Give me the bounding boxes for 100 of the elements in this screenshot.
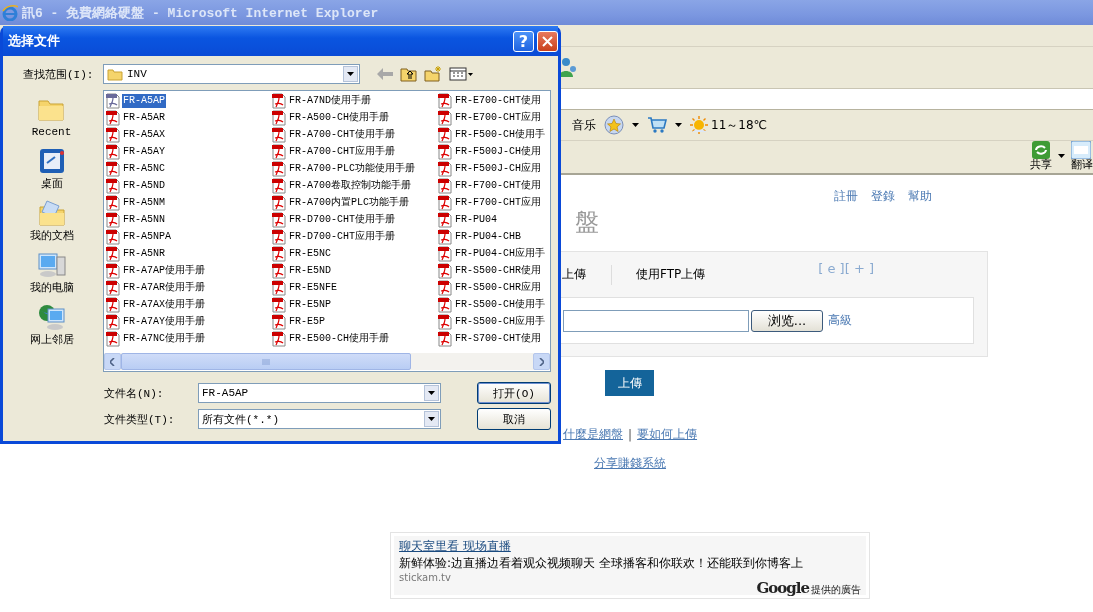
file-item[interactable]: FR-A500-CH使用手册 xyxy=(288,110,390,125)
file-item[interactable]: FR-A5AR xyxy=(122,110,166,125)
ad-brand: Google xyxy=(756,579,809,597)
up-folder-icon[interactable] xyxy=(400,66,417,82)
file-item[interactable]: FR-A7NC使用手册 xyxy=(122,331,206,346)
file-item[interactable]: FR-F500J-CH使用 xyxy=(454,144,542,159)
open-button[interactable]: 打开(O) xyxy=(477,382,551,404)
file-item[interactable]: FR-A700卷取控制功能手册 xyxy=(288,178,412,193)
file-item[interactable]: FR-A5NN xyxy=(122,212,166,227)
header-link[interactable]: 登錄 xyxy=(871,188,895,205)
ad-note: 提供的廣告 xyxy=(811,583,861,597)
file-name-field[interactable]: FR-A5AP xyxy=(198,383,441,403)
places-bar-item[interactable]: 桌面 xyxy=(40,178,63,190)
upload-tab[interactable]: 使用FTP上傳 xyxy=(636,266,706,283)
file-item[interactable]: FR-PU04-CH应用手 xyxy=(454,246,546,261)
file-item[interactable]: FR-S500-CHR使用 xyxy=(454,263,542,278)
new-folder-icon[interactable] xyxy=(424,66,442,82)
network-icon[interactable] xyxy=(36,303,67,331)
file-item[interactable]: FR-A700-CHT使用手册 xyxy=(288,127,396,142)
star-icon[interactable] xyxy=(604,115,624,135)
ad-title-link[interactable]: 聊天室里看 现场直播 xyxy=(399,538,511,555)
file-name-label: 文件名(N): xyxy=(104,386,165,401)
file-item[interactable]: FR-E5P xyxy=(288,314,326,329)
file-item[interactable]: FR-F500J-CH应用 xyxy=(454,161,542,176)
file-item[interactable]: FR-A7AY使用手册 xyxy=(122,314,206,329)
file-item[interactable]: FR-A5AP xyxy=(122,93,166,108)
file-item[interactable]: FR-A700内置PLC功能手册 xyxy=(288,195,410,210)
translate-icon[interactable] xyxy=(1071,141,1091,159)
file-item[interactable]: FR-A5ND xyxy=(122,178,166,193)
file-item[interactable]: FR-E700-CHT使用 xyxy=(454,93,542,108)
file-item[interactable]: FR-A5NPA xyxy=(122,229,172,244)
pdf-file-icon xyxy=(437,194,453,211)
cancel-button[interactable]: 取消 xyxy=(477,408,551,430)
header-link[interactable]: 幫助 xyxy=(908,188,932,205)
music-link[interactable]: 音乐 xyxy=(572,116,596,134)
dropdown-arrow-icon[interactable] xyxy=(347,72,354,76)
file-type-field[interactable]: 所有文件(*.*) xyxy=(198,409,441,429)
file-item[interactable]: FR-A7AP使用手册 xyxy=(122,263,206,278)
file-item[interactable]: FR-PU04 xyxy=(454,212,498,227)
caret-icon[interactable] xyxy=(632,123,639,127)
file-item[interactable]: FR-E700-CHT应用 xyxy=(454,110,542,125)
close-button[interactable] xyxy=(537,30,558,52)
file-item[interactable]: FR-S700-CHT使用 xyxy=(454,331,542,346)
file-item[interactable]: FR-A700-CHT应用手册 xyxy=(288,144,396,159)
file-item[interactable]: FR-D700-CHT使用手册 xyxy=(288,212,396,227)
file-item[interactable]: FR-S500-CH使用手 xyxy=(454,297,546,312)
file-item[interactable]: FR-A5NM xyxy=(122,195,166,210)
scroll-left-button[interactable] xyxy=(104,353,121,370)
file-path-field[interactable] xyxy=(563,309,749,332)
file-item[interactable]: FR-A5NR xyxy=(122,246,166,261)
places-bar-item[interactable]: Recent xyxy=(31,126,72,138)
file-item[interactable]: FR-F700-CHT使用 xyxy=(454,178,542,193)
file-item[interactable]: FR-S500-CHR应用 xyxy=(454,280,542,295)
places-bar-item[interactable]: 网上邻居 xyxy=(29,334,74,346)
shopping-cart-icon[interactable] xyxy=(647,116,667,134)
file-item[interactable]: FR-E5NP xyxy=(288,297,332,312)
file-item[interactable]: FR-A7AX使用手册 xyxy=(122,297,206,312)
advanced-link[interactable]: 高級 xyxy=(828,312,852,329)
header-link[interactable]: 註冊 xyxy=(834,188,858,205)
file-item[interactable]: FR-F500-CH使用手 xyxy=(454,127,546,142)
look-in-label: 查找范围(I): xyxy=(23,67,95,82)
caret-icon[interactable] xyxy=(675,123,682,127)
dropdown-arrow-icon[interactable] xyxy=(428,391,435,395)
close-icon xyxy=(542,35,553,47)
file-item[interactable]: FR-E5NFE xyxy=(288,280,338,295)
file-item[interactable]: FR-E500-CH使用手册 xyxy=(288,331,390,346)
file-item[interactable]: FR-F700-CHT应用 xyxy=(454,195,542,210)
places-bar-item[interactable]: 我的电脑 xyxy=(29,282,74,294)
file-item[interactable]: FR-A7ND使用手册 xyxy=(288,93,372,108)
file-item[interactable]: FR-A7AR使用手册 xyxy=(122,280,206,295)
translate-label[interactable]: 翻译 xyxy=(1071,159,1093,171)
weather-sun-icon xyxy=(690,116,708,134)
file-item[interactable]: FR-A5AX xyxy=(122,127,166,142)
share-icon[interactable] xyxy=(1031,141,1051,159)
share-earnings-link[interactable]: 分享賺錢系統 xyxy=(594,455,666,472)
help-link[interactable]: 什麼是網盤 xyxy=(563,426,623,443)
file-item[interactable]: FR-E5NC xyxy=(288,246,332,261)
help-link[interactable]: 要如何上傳 xyxy=(637,426,698,443)
upload-tab[interactable]: 上傳 xyxy=(562,266,586,283)
file-item[interactable]: FR-A5NC xyxy=(122,161,166,176)
scrollbar-thumb[interactable] xyxy=(121,353,411,370)
look-in-dropdown[interactable]: INV xyxy=(103,64,360,84)
file-item[interactable]: FR-D700-CHT应用手册 xyxy=(288,229,396,244)
caret-icon[interactable] xyxy=(1058,154,1065,158)
share-label[interactable]: 共享 xyxy=(1030,159,1052,171)
scroll-right-button[interactable] xyxy=(533,353,550,370)
help-button[interactable]: ? xyxy=(513,30,534,52)
upload-button[interactable]: 上傳 xyxy=(605,370,654,396)
pdf-file-icon xyxy=(437,330,453,347)
places-bar-item[interactable]: 我的文档 xyxy=(29,230,74,242)
browse-button[interactable]: 浏览... xyxy=(751,309,823,332)
view-menu-icon[interactable] xyxy=(449,67,473,81)
file-item[interactable]: FR-A700-PLC功能使用手册 xyxy=(288,161,416,176)
window-title: 訊6 - 免費網絡硬盤 - Microsoft Internet Explorer xyxy=(22,4,379,22)
file-item[interactable]: FR-A5AY xyxy=(122,144,166,159)
file-item[interactable]: FR-E5ND xyxy=(288,263,332,278)
pdf-file-icon xyxy=(437,177,453,194)
dropdown-arrow-icon[interactable] xyxy=(428,417,435,421)
file-item[interactable]: FR-S500-CH应用手 xyxy=(454,314,546,329)
file-item[interactable]: FR-PU04-CHB xyxy=(454,229,522,244)
